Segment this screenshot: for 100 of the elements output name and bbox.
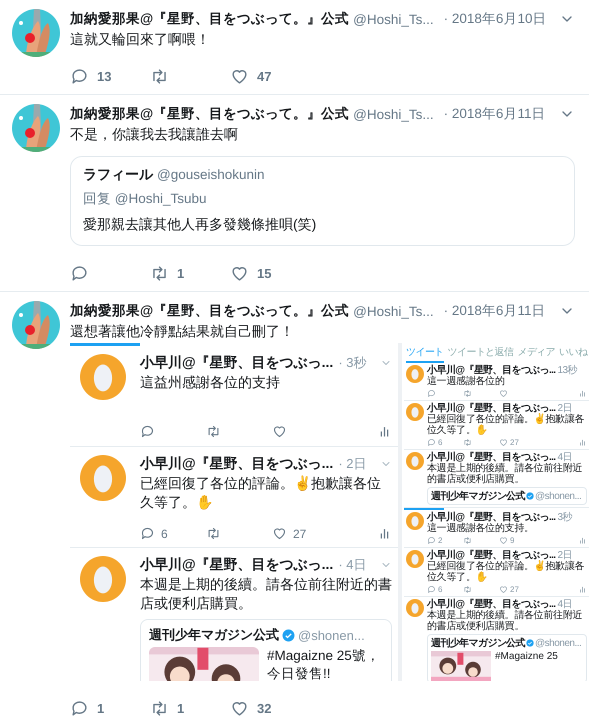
avatar: [406, 599, 424, 617]
reply-icon[interactable]: [70, 699, 89, 718]
retweet-icon[interactable]: [150, 67, 169, 86]
reply-icon[interactable]: [70, 67, 89, 86]
quote-text: #Magaizne 25: [495, 651, 558, 664]
tweet-time: · 3秒: [338, 354, 366, 372]
reply-count: 1: [97, 701, 104, 716]
quote-text: 愛那親去讓其他人再多發幾條推唄(笑): [83, 216, 318, 234]
author-name[interactable]: 加納愛那果@『星野、目をつぶって。』公式: [70, 302, 350, 320]
retweet-icon[interactable]: [150, 699, 169, 718]
author-handle: @Hoshi_Ts...: [353, 12, 434, 26]
author-handle: @Hoshi_Ts...: [353, 106, 434, 122]
tweet-date[interactable]: · 2018年6月11日: [444, 302, 546, 320]
reply-icon[interactable]: [427, 389, 436, 398]
author-name: 小早川@『星野、目をつぶっ...: [140, 354, 334, 372]
quote-text: #Magaizne 25號，今日發售!!: [267, 647, 381, 681]
tweet-text: 已經回復了各位的評論。✌抱歉讓各位久等了。✋: [427, 561, 586, 583]
retweet-icon[interactable]: [463, 585, 472, 594]
like-count: 27: [510, 585, 519, 594]
analytics-icon[interactable]: [578, 389, 587, 398]
heart-icon[interactable]: [230, 67, 249, 86]
heart-icon[interactable]: [499, 389, 508, 398]
quote-handle: @shonen...: [535, 490, 582, 502]
author-name: 小早川@『星野、目をつぶっ...: [140, 455, 334, 473]
author-name: 小早川@『星野、目をつぶっ...: [427, 403, 556, 414]
reply-count: 2: [438, 536, 442, 545]
author-name: 小早川@『星野、目をつぶっ...: [427, 512, 556, 523]
like-count: 9: [510, 536, 514, 545]
tweet-time: · 4日: [338, 556, 366, 574]
retweet-count: 1: [177, 701, 184, 716]
analytics-icon[interactable]: [578, 438, 587, 447]
retweet-icon[interactable]: [463, 389, 472, 398]
avatar: [406, 365, 424, 383]
tweet-text: 不是，你讓我去我讓誰去啊: [70, 125, 239, 144]
profile-tab[interactable]: ツイートと返信: [448, 345, 514, 363]
profile-tab[interactable]: ツイート: [406, 345, 444, 363]
reply-icon[interactable]: [140, 526, 155, 541]
tweet-time: 2日: [558, 550, 572, 561]
tweet-time: 4日: [558, 452, 572, 463]
reply-count: 6: [161, 526, 168, 540]
author-name[interactable]: 加納愛那果@『星野、目をつぶって。』公式: [70, 10, 350, 28]
tweet-date[interactable]: · 2018年6月10日: [444, 10, 546, 28]
avatar: [80, 455, 126, 501]
retweet-icon[interactable]: [463, 438, 472, 447]
reply-to-text: 回复 @Hoshi_Tsubu: [83, 190, 208, 208]
analytics-icon[interactable]: [578, 585, 587, 594]
author-name: 小早川@『星野、目をつぶっ...: [427, 365, 556, 376]
author-name: 小早川@『星野、目をつぶっ...: [140, 556, 334, 574]
retweet-count: 1: [177, 266, 184, 281]
quote-author: 週刊少年マガジン公式: [431, 636, 526, 650]
retweet-icon[interactable]: [206, 424, 221, 439]
tweet-time: · 2日: [338, 455, 366, 473]
avatar: [80, 556, 126, 602]
quote-handle: @shonen...: [298, 628, 365, 642]
quoted-tweet[interactable]: ラフィール @gouseishokunin 回复 @Hoshi_Tsubu 愛那親去讓其他人再多發幾條推唄(笑): [70, 156, 575, 246]
analytics-icon[interactable]: [578, 536, 587, 545]
retweet-icon[interactable]: [206, 526, 221, 541]
tweet-text: 還想著讓他冷靜點結果就自己刪了！: [70, 322, 295, 341]
author-name: 小早川@『星野、目をつぶっ...: [427, 550, 556, 561]
quote-author: ラフィール: [83, 166, 153, 184]
reply-icon[interactable]: [140, 424, 155, 439]
tweet-time: 3秒: [558, 512, 572, 523]
profile-tab[interactable]: いいね: [559, 345, 588, 363]
heart-icon[interactable]: [272, 526, 287, 541]
author-handle: @Hoshi_Ts...: [353, 304, 434, 318]
retweet-icon[interactable]: [150, 264, 169, 283]
heart-icon[interactable]: [499, 585, 508, 594]
reply-count: 6: [438, 585, 442, 594]
quote-author: 週刊少年マガジン公式: [431, 490, 526, 503]
quote-handle: @gouseishokunin: [157, 167, 265, 182]
author-name[interactable]: 加納愛那果@『星野、目をつぶって。』公式: [70, 105, 350, 123]
tweet-text: 這一週感謝各位的支持。: [427, 523, 535, 534]
like-count: 27: [293, 526, 306, 540]
heart-icon[interactable]: [230, 699, 249, 718]
reply-icon[interactable]: [427, 438, 436, 447]
profile-tab[interactable]: メディア: [517, 345, 556, 363]
retweet-icon[interactable]: [463, 536, 472, 545]
avatar: [406, 550, 424, 568]
heart-icon[interactable]: [272, 424, 287, 439]
tweet-text: 這就又輪回來了啊喂！: [70, 30, 211, 49]
reply-icon[interactable]: [427, 585, 436, 594]
reply-count: 6: [438, 438, 442, 447]
avatar: [80, 354, 126, 400]
quote-author: 週刊少年マガジン公式: [149, 626, 279, 644]
avatar: [406, 403, 424, 421]
tweet-text: 已經回復了各位的評論。✌抱歉讓各位久等了。✋: [140, 474, 382, 512]
tab-indicator: [70, 343, 140, 346]
avatar: [406, 512, 424, 530]
heart-icon[interactable]: [499, 536, 508, 545]
tweet-time: 4日: [558, 599, 572, 610]
heart-icon[interactable]: [499, 438, 508, 447]
tweet-text: 本週是上期的後續。請各位前往附近的書店或便利店購買。: [427, 610, 584, 632]
tweet-date[interactable]: · 2018年6月11日: [444, 105, 546, 123]
reply-icon[interactable]: [70, 264, 89, 283]
tab-indicator: [404, 508, 444, 510]
reply-icon[interactable]: [427, 536, 436, 545]
like-count: 27: [510, 438, 519, 447]
tweet-text: 本週是上期的後續。請各位前往附近的書店或便利店購買。: [140, 575, 392, 613]
tweet-text: 已經回復了各位的評論。✌抱歉讓各位久等了。✋: [427, 414, 586, 436]
heart-icon[interactable]: [230, 264, 249, 283]
